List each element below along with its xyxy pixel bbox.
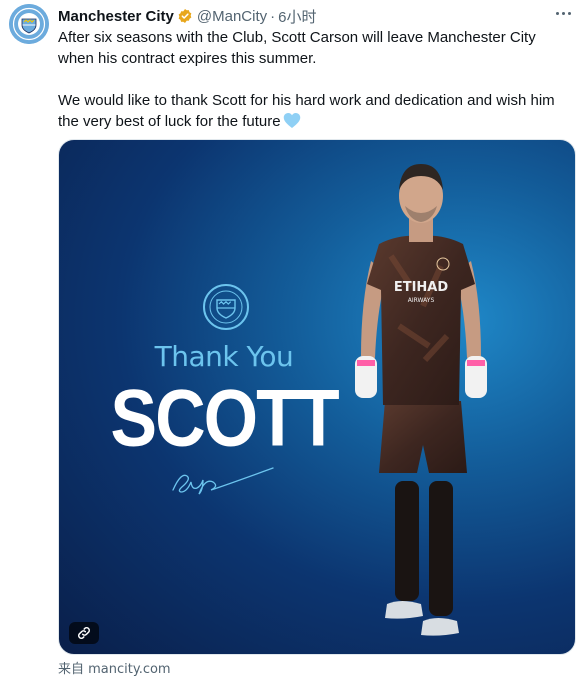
sponsor-subtext: AIRWAYS [408, 297, 435, 304]
signature-icon [172, 467, 274, 495]
tweet-media-image[interactable]: Thank You SCOTT ETIHAD AIRWAYS [58, 139, 576, 655]
link-button[interactable] [69, 622, 99, 644]
account-name[interactable]: Manchester City [58, 8, 174, 25]
club-crest-icon [203, 284, 249, 330]
separator-dot: · [270, 7, 276, 25]
more-dot-icon [555, 11, 559, 15]
sponsor-text: ETIHAD [394, 280, 449, 295]
tweet-paragraph: We would like to thank Scott for his har… [58, 90, 570, 132]
player-photo: ETIHAD AIRWAYS [355, 164, 487, 636]
more-dot-icon [567, 11, 571, 15]
link-icon [78, 627, 90, 639]
account-handle[interactable]: @ManCity [197, 8, 267, 25]
link-source[interactable]: 来自 mancity.com [58, 658, 171, 677]
man-city-crest-icon [9, 4, 49, 44]
tweet-paragraph: After six seasons with the Club, Scott C… [58, 29, 536, 67]
more-options-button[interactable] [552, 4, 574, 22]
player-name-heading: SCOTT [110, 373, 339, 463]
more-dot-icon [561, 11, 565, 15]
tweet-paragraph-text: We would like to thank Scott for his har… [58, 92, 555, 130]
thank-you-heading: Thank You [154, 340, 294, 373]
avatar[interactable] [9, 4, 49, 44]
tweet-header: Manchester City @ManCity · 6小时 [58, 6, 316, 26]
light-blue-heart-icon [283, 113, 300, 128]
verified-badge-icon [178, 9, 192, 23]
tweet-timestamp[interactable]: 6小时 [278, 6, 316, 27]
tweet-text: After six seasons with the Club, Scott C… [58, 27, 570, 132]
